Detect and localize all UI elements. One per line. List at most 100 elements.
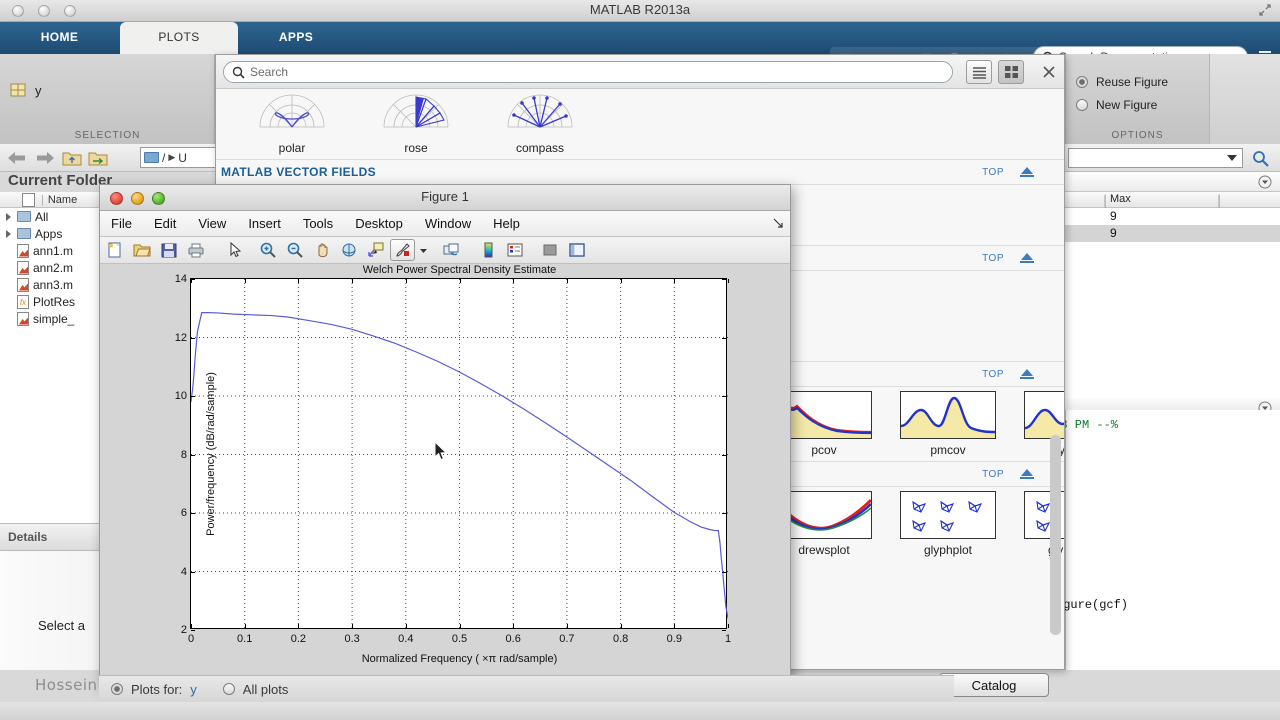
gallery-section-top-link[interactable]: TOP (982, 369, 1004, 380)
menu-insert[interactable]: Insert (237, 216, 292, 231)
search-icon (232, 66, 245, 79)
pan-icon[interactable] (309, 239, 334, 261)
current-folder-path[interactable]: / ▶ U (140, 147, 220, 168)
menu-window[interactable]: Window (414, 216, 482, 231)
column-header-name: Name (47, 193, 78, 206)
all-plots-label: All plots (242, 681, 289, 697)
m-file-icon (17, 260, 29, 275)
chevron-down-icon[interactable] (417, 239, 430, 261)
y-axis-label: Power/frequency (dB/rad/sample) (204, 371, 217, 536)
y-tick-mark (722, 337, 726, 339)
y-tick-label: 2 (180, 624, 187, 636)
gallery-thumb-glyphplot-1[interactable]: glyphplot (900, 491, 996, 557)
collapse-section-icon[interactable] (1018, 165, 1036, 179)
back-icon[interactable] (6, 149, 28, 167)
x-tick-label: 0.2 (290, 633, 307, 645)
expand-triangle-icon[interactable] (6, 229, 11, 238)
hide-plot-tools-icon[interactable] (537, 239, 562, 261)
expand-triangle-icon[interactable] (6, 212, 11, 221)
y-tick-mark (722, 513, 726, 514)
gallery-thumb-rose[interactable]: rose (368, 89, 464, 155)
details-title: Details (8, 530, 48, 544)
workspace-options-icon[interactable] (1258, 175, 1272, 189)
print-figure-icon[interactable] (183, 239, 208, 261)
radio-new-figure[interactable]: New Figure (1076, 98, 1157, 112)
os-fullscreen-icon[interactable] (1258, 3, 1272, 17)
radio-all-plots-indicator[interactable] (222, 683, 235, 695)
y-tick-mark (191, 279, 195, 280)
gallery-grid-view-button[interactable] (998, 60, 1024, 84)
x-tick-label: 0.6 (505, 633, 521, 645)
table-row[interactable]: 9 (1065, 208, 1280, 225)
workspace-filter-combo[interactable] (1068, 148, 1243, 168)
x-axis-label: Normalized Frequency ( ×π rad/sample) (361, 653, 558, 665)
polar-thumbnail-icon (244, 89, 340, 137)
pointer-icon[interactable] (222, 239, 247, 261)
gallery-list-view-button[interactable] (966, 60, 992, 84)
figure-menu-bar: File Edit View Insert Tools Desktop Wind… (100, 211, 790, 237)
menu-help[interactable]: Help (482, 216, 531, 231)
gallery-thumb-polar[interactable]: polar (244, 89, 340, 155)
rose-thumbnail-icon (368, 89, 464, 137)
x-tick-label: 0.9 (666, 633, 682, 645)
selection-variable[interactable]: y (10, 82, 42, 99)
close-icon[interactable] (1041, 64, 1057, 80)
gallery-section-top-link[interactable]: TOP (982, 253, 1004, 264)
workspace-search-icon[interactable] (1250, 148, 1272, 168)
x-tick-mark (298, 624, 300, 628)
forward-icon[interactable] (34, 149, 56, 167)
y-tick-mark (722, 454, 726, 456)
brush-icon[interactable] (390, 239, 415, 261)
selection-group-label: SELECTION (74, 130, 141, 141)
rotate-3d-icon[interactable] (336, 239, 361, 261)
command-window-line: igure(gcf) (1056, 598, 1129, 612)
menu-desktop[interactable]: Desktop (344, 216, 414, 231)
figure-canvas[interactable]: Welch Power Spectral Density Estimate 0 0… (100, 264, 790, 686)
tab-apps[interactable]: APPS (240, 22, 352, 54)
workspace-table-body[interactable]: 9 9 (1065, 208, 1280, 398)
gallery-search-input[interactable]: Search (223, 61, 953, 83)
catalog-button[interactable]: Catalog (939, 673, 1049, 697)
menu-overflow-icon[interactable] (772, 217, 784, 229)
gallery-thumb-compass[interactable]: compass (492, 89, 588, 155)
tab-home[interactable]: HOME (2, 22, 117, 54)
gallery-section-top-link[interactable]: TOP (982, 167, 1004, 178)
tab-plots[interactable]: PLOTS (120, 22, 238, 54)
open-file-icon[interactable] (129, 239, 154, 261)
menu-tools[interactable]: Tools (292, 216, 344, 231)
collapse-section-icon[interactable] (1018, 467, 1036, 481)
collapse-section-icon[interactable] (1018, 251, 1036, 265)
collapse-section-icon[interactable] (1018, 367, 1036, 381)
link-plot-icon[interactable] (438, 239, 463, 261)
menu-view[interactable]: View (187, 216, 237, 231)
radio-plots-for-variable-indicator[interactable] (111, 683, 123, 695)
x-tick-mark (513, 279, 515, 283)
plots-for-bar: Plots for: y All plots (99, 675, 954, 702)
gallery-thumb-pmcov[interactable]: pmcov (900, 391, 996, 457)
browse-folder-icon[interactable] (88, 149, 108, 167)
folder-up-icon[interactable] (62, 149, 82, 167)
plot-axes[interactable]: Welch Power Spectral Density Estimate 0 0… (175, 264, 731, 665)
chevron-down-icon[interactable] (1227, 155, 1237, 161)
colorbar-icon[interactable] (475, 239, 500, 261)
data-cursor-icon[interactable] (363, 239, 388, 261)
menu-file[interactable]: File (100, 216, 143, 231)
command-window[interactable]: :33 PM --% igure(gcf) (1046, 410, 1280, 670)
new-figure-icon[interactable] (102, 239, 127, 261)
menu-edit[interactable]: Edit (143, 216, 187, 231)
radio-reuse-figure[interactable]: Reuse Figure (1076, 75, 1168, 89)
workspace-table-header: | Max | (1065, 192, 1280, 210)
zoom-out-icon[interactable] (282, 239, 307, 261)
gallery-section-top-link[interactable]: TOP (982, 469, 1004, 480)
show-plot-tools-icon[interactable] (564, 239, 589, 261)
ribbon-bar: HOME PLOTS APPS ? (0, 22, 1280, 73)
file-column-icon (22, 192, 35, 207)
gallery-scrollbar[interactable] (1050, 435, 1061, 635)
gallery-thumb-label: compass (515, 141, 565, 155)
workspace-column-max[interactable]: Max (1110, 193, 1131, 205)
table-row[interactable]: 9 (1065, 225, 1280, 242)
save-figure-icon[interactable] (156, 239, 181, 261)
y-tick-mark (191, 454, 195, 456)
zoom-in-icon[interactable] (255, 239, 280, 261)
legend-icon[interactable] (502, 239, 527, 261)
